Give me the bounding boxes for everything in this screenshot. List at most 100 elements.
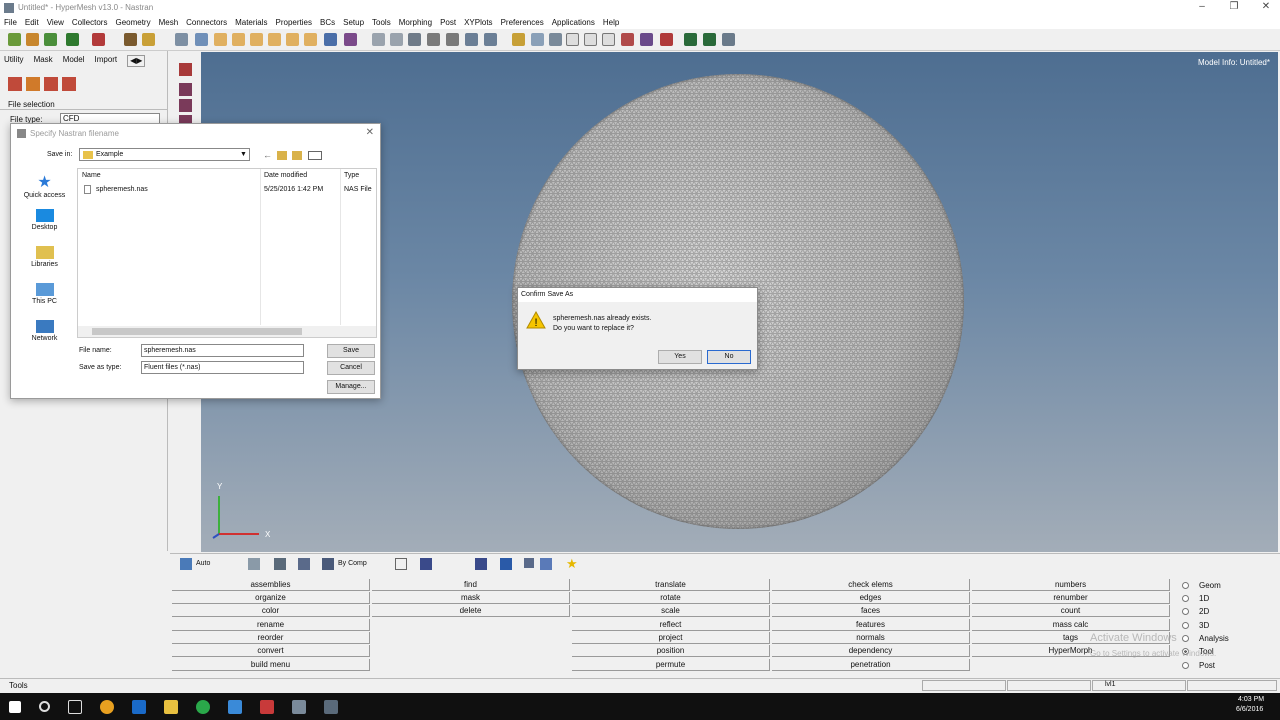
file-explorer-icon[interactable] <box>164 699 178 714</box>
panel-position[interactable]: position <box>572 645 770 657</box>
color-mode-icon[interactable] <box>322 558 334 570</box>
undo-icon[interactable] <box>92 33 105 46</box>
element-display-icon[interactable] <box>640 33 653 46</box>
clock-date[interactable]: 6/6/2016 <box>1236 706 1263 713</box>
column-date[interactable]: Date modified <box>264 172 307 179</box>
zoom-icon[interactable] <box>175 33 188 46</box>
table-row[interactable]: spheremesh.nas 5/25/2016 1:42 PM NAS Fil… <box>82 185 374 197</box>
save-as-type-select[interactable]: Fluent files (*.nas) <box>141 361 304 374</box>
menu-setup[interactable]: Setup <box>343 18 364 27</box>
panel-permute[interactable]: permute <box>572 659 770 671</box>
clock-time[interactable]: 4:03 PM <box>1238 696 1264 703</box>
spin-icon[interactable] <box>446 33 459 46</box>
view-back-icon[interactable] <box>232 33 245 46</box>
menu-help[interactable]: Help <box>603 18 619 27</box>
fit-icon[interactable] <box>372 33 385 46</box>
save-in-select[interactable]: Example <box>79 148 250 161</box>
element-color-icon[interactable] <box>500 558 512 570</box>
menu-view[interactable]: View <box>47 18 64 27</box>
hypermesh-icon[interactable] <box>260 699 274 714</box>
comp-icon[interactable] <box>179 83 192 96</box>
contour-icon[interactable] <box>621 33 634 46</box>
no-button[interactable]: No <box>707 350 751 364</box>
view-bottom-icon[interactable] <box>268 33 281 46</box>
open-model-icon[interactable] <box>8 33 21 46</box>
menu-post[interactable]: Post <box>440 18 456 27</box>
display-icon[interactable] <box>179 63 192 76</box>
user-view-icon[interactable] <box>344 33 357 46</box>
radio-1d[interactable]: 1D <box>1182 594 1209 603</box>
wireframe-cube-icon[interactable] <box>566 33 579 46</box>
app-icon-2[interactable] <box>292 699 306 714</box>
zoom-in-icon[interactable] <box>390 33 403 46</box>
tab-import[interactable]: Import <box>94 55 117 67</box>
dropdown-chevron-icon[interactable]: ▼ <box>240 151 247 158</box>
panel-reflect[interactable]: reflect <box>572 619 770 631</box>
menu-morphing[interactable]: Morphing <box>399 18 432 27</box>
back-icon[interactable]: ← <box>263 150 272 160</box>
column-name[interactable]: Name <box>82 172 101 179</box>
menu-edit[interactable]: Edit <box>25 18 39 27</box>
center-icon[interactable] <box>408 33 421 46</box>
radio-analysis[interactable]: Analysis <box>1182 634 1229 643</box>
cube-icon[interactable] <box>298 558 310 570</box>
auto-select[interactable]: Auto <box>194 558 240 570</box>
entity-selector-icon[interactable] <box>180 558 192 570</box>
clip-icon[interactable] <box>248 558 260 570</box>
new-folder-icon[interactable] <box>292 151 302 160</box>
place-quick-access[interactable]: ★ Quick access <box>17 172 72 207</box>
panel-mass-calc[interactable]: mass calc <box>972 619 1170 631</box>
element-shape-icon[interactable] <box>475 558 487 570</box>
tab-mask[interactable]: Mask <box>34 55 53 67</box>
shaded-cube-icon[interactable] <box>584 33 597 46</box>
by-comp-select[interactable]: By Comp <box>336 558 386 570</box>
view-front-icon[interactable] <box>214 33 227 46</box>
folder-icon[interactable] <box>142 33 155 46</box>
panel-count[interactable]: count <box>972 605 1170 617</box>
menu-tools[interactable]: Tools <box>372 18 391 27</box>
panel-delete[interactable]: delete <box>372 605 570 617</box>
shaded-icon[interactable] <box>420 558 432 570</box>
view-right-icon[interactable] <box>304 33 317 46</box>
panel-color[interactable]: color <box>172 605 370 617</box>
up-folder-icon[interactable] <box>277 151 287 160</box>
list-icon[interactable] <box>722 33 735 46</box>
panel-convert[interactable]: convert <box>172 645 370 657</box>
panel-mask[interactable]: mask <box>372 592 570 604</box>
hangouts-icon[interactable] <box>196 699 210 714</box>
panel-features[interactable]: features <box>772 619 970 631</box>
yes-button[interactable]: Yes <box>658 350 702 364</box>
radio-geom[interactable]: Geom <box>1182 581 1221 590</box>
menu-properties[interactable]: Properties <box>276 18 312 27</box>
view-top-icon[interactable] <box>250 33 263 46</box>
view-shade-icon[interactable] <box>274 558 286 570</box>
pencil-icon[interactable] <box>531 33 544 46</box>
chrome-icon[interactable] <box>100 699 114 714</box>
panel-numbers[interactable]: numbers <box>972 579 1170 591</box>
panel-renumber[interactable]: renumber <box>972 592 1170 604</box>
panel-translate[interactable]: translate <box>572 579 770 591</box>
task-view-icon[interactable] <box>68 699 82 714</box>
tab-model[interactable]: Model <box>63 55 85 67</box>
star-icon[interactable]: ★ <box>566 556 578 572</box>
import-model-icon[interactable] <box>8 77 22 91</box>
cancel-button[interactable]: Cancel <box>327 361 375 375</box>
horizontal-scrollbar[interactable] <box>78 326 376 337</box>
radio-2d[interactable]: 2D <box>1182 607 1209 616</box>
outlook-icon[interactable] <box>132 699 146 714</box>
start-icon[interactable] <box>9 700 21 713</box>
tab-utility[interactable]: Utility <box>4 55 24 67</box>
menu-bcs[interactable]: BCs <box>320 18 335 27</box>
panel-organize[interactable]: organize <box>172 592 370 604</box>
menu-preferences[interactable]: Preferences <box>501 18 544 27</box>
place-libraries[interactable]: Libraries <box>17 246 72 281</box>
pan-icon[interactable] <box>427 33 440 46</box>
panel-penetration[interactable]: penetration <box>772 659 970 671</box>
panel-build-menu[interactable]: build menu <box>172 659 370 671</box>
search-icon[interactable] <box>39 701 50 712</box>
sigma-icon[interactable] <box>684 33 697 46</box>
panel-find[interactable]: find <box>372 579 570 591</box>
rotate-icon[interactable] <box>484 33 497 46</box>
menu-materials[interactable]: Materials <box>235 18 267 27</box>
file-name-input[interactable]: spheremesh.nas <box>141 344 304 357</box>
